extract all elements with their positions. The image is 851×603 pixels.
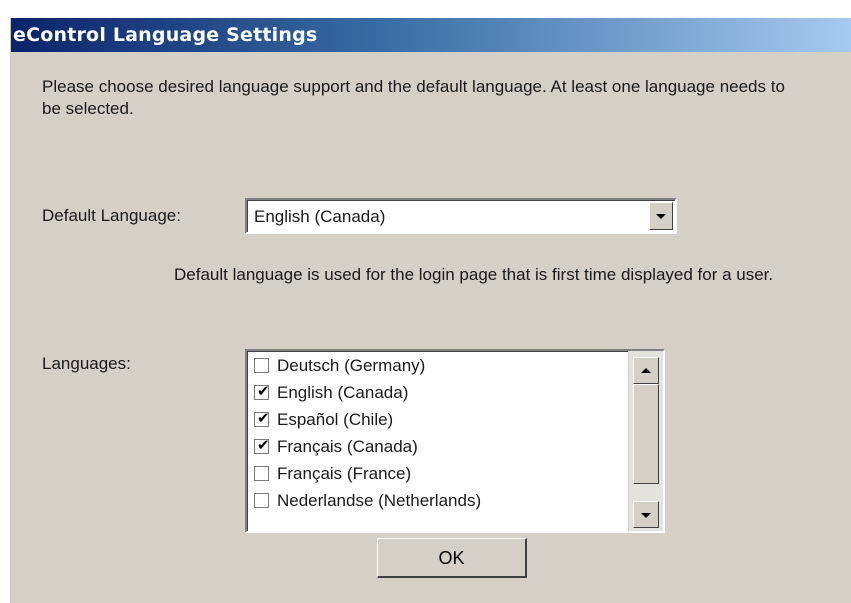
checkmark-icon: ✔ xyxy=(257,436,270,454)
list-item[interactable]: ✔ Français (Canada) xyxy=(247,434,625,461)
languages-list: Deutsch (Germany) ✔ English (Canada) ✔ E… xyxy=(247,353,625,515)
checkbox[interactable]: ✔ xyxy=(254,409,270,427)
ok-button[interactable]: OK xyxy=(377,538,527,578)
scroll-up-icon xyxy=(641,367,651,373)
languages-label: Languages: xyxy=(42,354,131,373)
list-item[interactable]: ✔ Español (Chile) xyxy=(247,407,625,434)
list-item-label: Nederlandse (Netherlands) xyxy=(277,491,482,510)
checkbox[interactable] xyxy=(254,493,269,508)
list-item[interactable]: Deutsch (Germany) xyxy=(247,353,625,380)
checkmark-icon: ✔ xyxy=(257,409,270,427)
list-item[interactable]: Nederlandse (Netherlands) xyxy=(247,488,625,515)
scroll-down-button[interactable] xyxy=(633,501,659,528)
title-bar: eControl Language Settings xyxy=(11,18,851,52)
list-item-label: Deutsch (Germany) xyxy=(277,356,426,375)
default-language-help-text: Default language is used for the login p… xyxy=(174,265,774,284)
checkbox[interactable]: ✔ xyxy=(254,382,270,400)
checkmark-icon: ✔ xyxy=(257,382,270,400)
default-language-value: English (Canada) xyxy=(254,207,386,226)
checkbox[interactable] xyxy=(254,358,269,373)
checkbox[interactable] xyxy=(254,466,269,481)
language-settings-dialog: eControl Language Settings Please choose… xyxy=(10,18,851,603)
list-item-label: Français (France) xyxy=(277,464,412,483)
dropdown-button[interactable] xyxy=(649,202,673,230)
scrollbar-thumb[interactable] xyxy=(633,384,659,484)
list-item-label: Español (Chile) xyxy=(277,410,394,429)
checkbox[interactable]: ✔ xyxy=(254,436,270,454)
list-item[interactable]: Français (France) xyxy=(247,461,625,488)
intro-text: Please choose desired language support a… xyxy=(42,77,785,118)
scroll-up-button[interactable] xyxy=(633,357,659,384)
list-item-label: Français (Canada) xyxy=(277,437,418,456)
vertical-scrollbar[interactable] xyxy=(628,351,663,531)
scroll-down-icon xyxy=(641,512,651,518)
default-language-label: Default Language: xyxy=(42,206,181,225)
languages-listbox[interactable]: Deutsch (Germany) ✔ English (Canada) ✔ E… xyxy=(245,349,665,533)
list-item-label: English (Canada) xyxy=(277,383,409,402)
chevron-down-icon xyxy=(656,214,666,219)
dialog-title: eControl Language Settings xyxy=(13,24,318,46)
default-language-select[interactable]: English (Canada) xyxy=(245,198,677,234)
list-item[interactable]: ✔ English (Canada) xyxy=(247,380,625,407)
